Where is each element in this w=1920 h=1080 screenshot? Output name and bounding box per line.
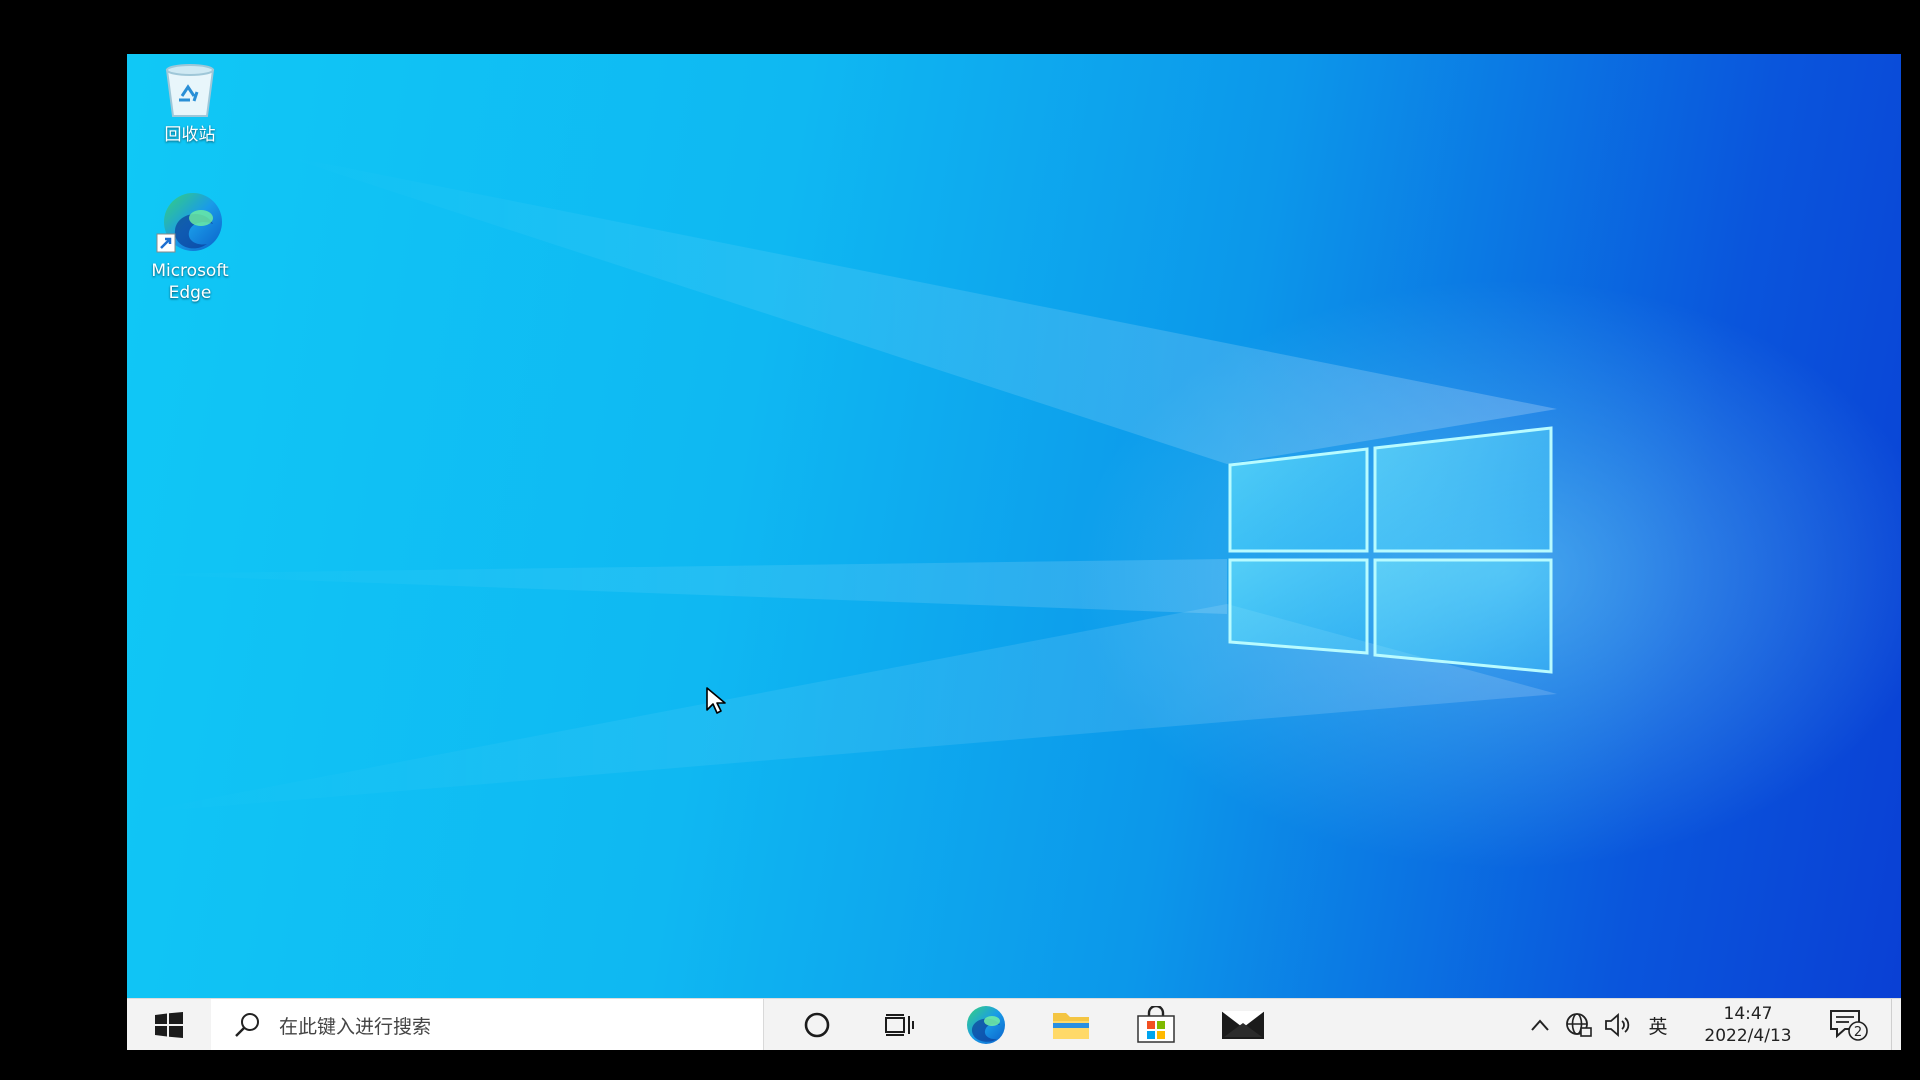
circle-icon	[804, 1012, 830, 1038]
input-method-indicator[interactable]: 英	[1641, 999, 1675, 1050]
clock-time: 14:47	[1723, 1004, 1773, 1024]
folder-icon	[1053, 1013, 1089, 1039]
notification-count: 2	[1854, 1025, 1862, 1040]
task-view-icon	[885, 1014, 914, 1036]
volume-button[interactable]	[1600, 999, 1636, 1050]
start-button[interactable]	[127, 999, 211, 1050]
search-icon	[235, 1013, 259, 1037]
network-button[interactable]	[1560, 999, 1596, 1050]
desktop-area: 回收站 Microsoft Edge	[127, 54, 1901, 998]
chevron-up-icon	[1531, 1019, 1549, 1031]
clock[interactable]: 14:47 2022/4/13	[1677, 999, 1819, 1050]
taskbar-app-edge[interactable]	[950, 999, 1022, 1050]
task-view-button[interactable]	[872, 999, 928, 1050]
cortana-button[interactable]	[789, 999, 845, 1050]
search-placeholder: 在此键入进行搜索	[279, 1015, 432, 1038]
mail-icon	[1221, 1010, 1265, 1039]
recycle-bin-icon	[165, 64, 215, 117]
tray-overflow-button[interactable]	[1524, 999, 1556, 1050]
desktop-icon-label: Microsoft Edge	[151, 261, 229, 303]
windows-logo-icon	[155, 1012, 183, 1038]
desktop-screen: 回收站 Microsoft Edge 在此键入进行搜索 英 14:47 2022…	[127, 54, 1901, 1050]
desktop-icon-label: 回收站	[164, 125, 216, 145]
taskbar-search-box[interactable]: 在此键入进行搜索	[211, 999, 764, 1050]
edge-icon	[967, 1006, 1005, 1044]
mouse-cursor	[706, 687, 726, 714]
desktop-icon-edge[interactable]: Microsoft Edge	[135, 190, 245, 304]
taskbar-app-mail[interactable]	[1207, 999, 1279, 1050]
clock-date: 2022/4/13	[1704, 1026, 1792, 1046]
action-center-button[interactable]: 2	[1823, 999, 1875, 1050]
speaker-icon	[1605, 1013, 1630, 1037]
desktop-icon-recycle-bin[interactable]: 回收站	[135, 62, 245, 146]
store-bag-icon	[1137, 1006, 1175, 1043]
taskbar-app-file-explorer[interactable]	[1035, 999, 1107, 1050]
taskbar: 在此键入进行搜索 英 14:47 2022/4/13 2	[127, 998, 1901, 1050]
notification-icon: 2	[1830, 1010, 1868, 1041]
taskbar-app-store[interactable]	[1120, 999, 1192, 1050]
globe-icon	[1566, 1013, 1592, 1037]
ime-label: 英	[1648, 1015, 1668, 1038]
show-desktop-button[interactable]	[1891, 999, 1901, 1050]
edge-icon	[156, 193, 222, 253]
